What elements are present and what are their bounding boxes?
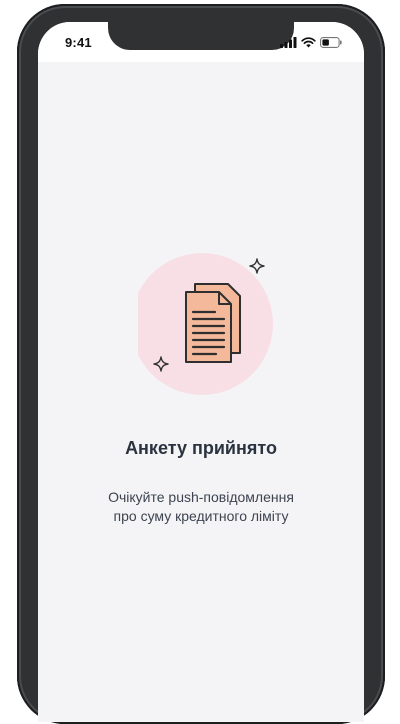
page-subtitle: Очікуйте push-повідомлення про суму кред… — [38, 488, 364, 526]
page-title: Анкету прийнято — [125, 438, 277, 458]
subtitle-line: про суму кредитного ліміту — [113, 508, 289, 524]
phone-screen: 9:41 Анкету прийнято Очікуйте push-повід… — [38, 22, 364, 722]
wifi-icon — [301, 37, 316, 48]
cellular-signal-icon — [280, 37, 297, 48]
phone-notch — [108, 22, 294, 50]
status-time: 9:41 — [65, 35, 92, 50]
sparkle-icon — [249, 258, 265, 274]
subtitle-line: Очікуйте push-повідомлення — [108, 489, 294, 505]
battery-icon — [320, 37, 342, 48]
main-content: Анкету прийнято Очікуйте push-повідомлен… — [38, 62, 364, 722]
phone-frame: 9:41 Анкету прийнято Очікуйте push-повід… — [17, 4, 385, 724]
status-bar: 9:41 — [38, 22, 364, 62]
status-icons — [280, 37, 342, 48]
documents-icon — [138, 253, 273, 395]
